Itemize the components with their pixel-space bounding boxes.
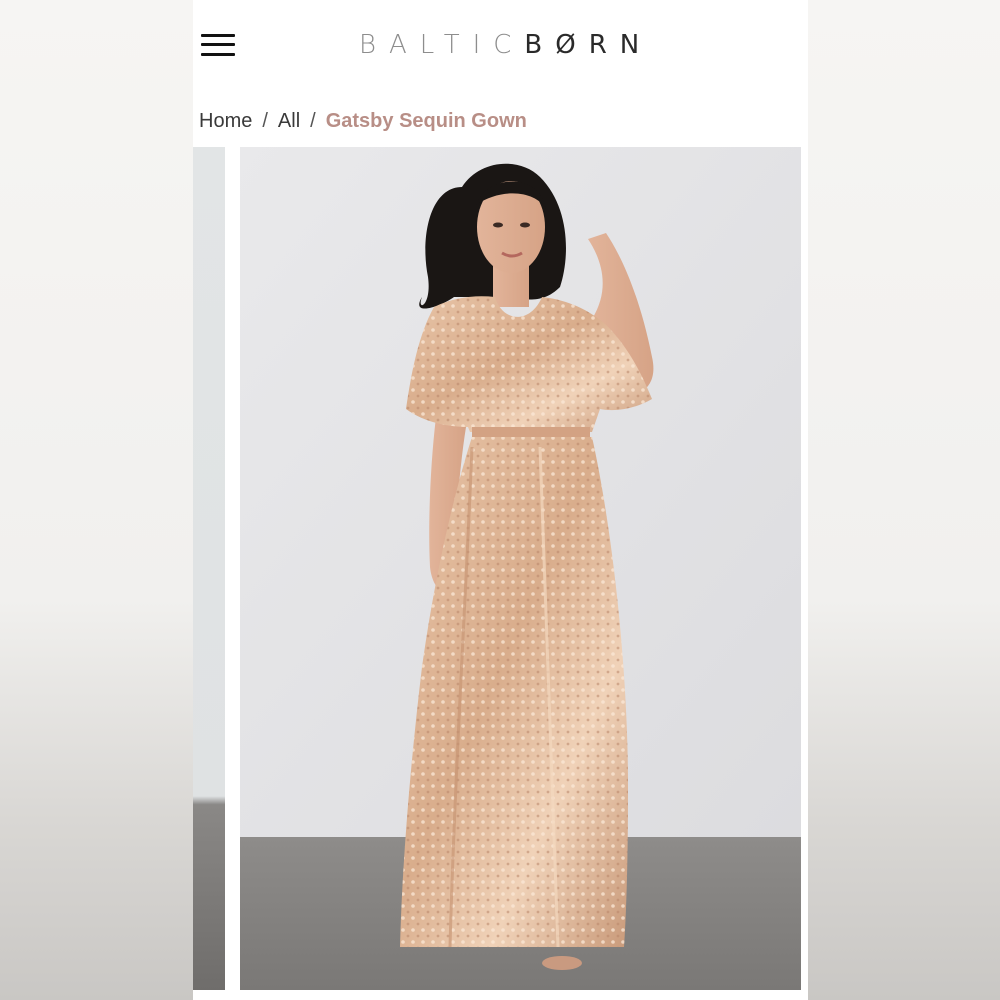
product-image-gallery[interactable]	[193, 147, 808, 990]
breadcrumb-home[interactable]: Home	[199, 110, 252, 133]
product-page: BALTICBØRN Home / All / Gatsby Sequin Go…	[193, 0, 808, 1000]
blurred-background-left	[0, 0, 193, 1000]
breadcrumb-separator: /	[310, 109, 316, 132]
hamburger-menu-icon[interactable]	[199, 32, 237, 62]
breadcrumb-current: Gatsby Sequin Gown	[325, 109, 527, 132]
breadcrumb: Home / All / Gatsby Sequin Gown	[199, 108, 527, 134]
logo-text-born: BØRN	[524, 30, 653, 60]
site-header: BALTICBØRN	[193, 0, 808, 92]
previous-product-image[interactable]	[193, 147, 225, 990]
blurred-background-right	[808, 0, 1000, 1000]
product-image-main[interactable]	[240, 147, 801, 990]
breadcrumb-separator: /	[262, 109, 268, 132]
brand-logo[interactable]: BALTICBØRN	[359, 30, 652, 62]
logo-text-baltic: BALTIC	[359, 30, 525, 60]
breadcrumb-all[interactable]: All	[278, 110, 300, 133]
